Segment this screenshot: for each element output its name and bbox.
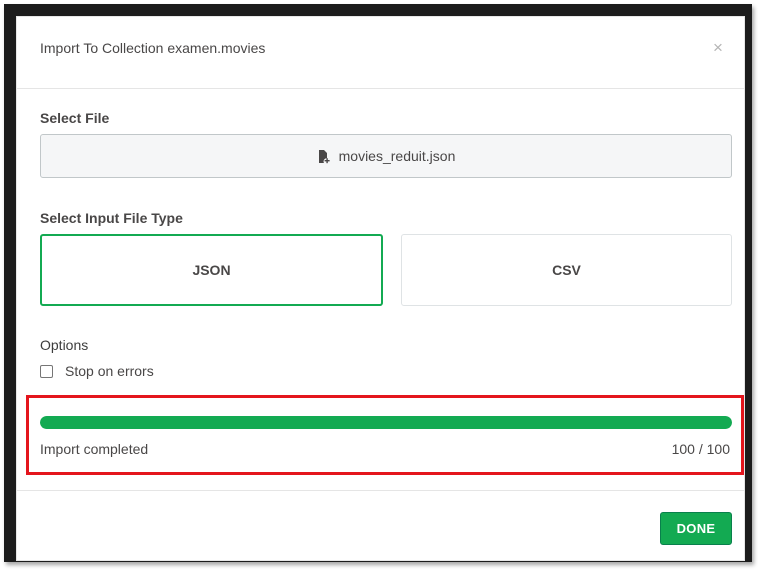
select-file-button[interactable]: movies_reduit.json: [40, 134, 732, 178]
progress-highlight-box: [26, 395, 744, 475]
dialog-title: Import To Collection examen.movies: [40, 40, 266, 56]
window-frame: Import To Collection examen.movies × Sel…: [4, 4, 752, 562]
stop-on-errors-checkbox[interactable]: [40, 364, 53, 378]
select-file-type-label: Select Input File Type: [40, 210, 183, 226]
file-name: movies_reduit.json: [338, 148, 456, 164]
file-add-icon: [317, 149, 331, 164]
csv-type-button[interactable]: CSV: [401, 234, 732, 306]
stop-on-errors-label: Stop on errors: [65, 363, 154, 379]
footer-divider: [17, 490, 744, 491]
close-icon[interactable]: ×: [713, 38, 723, 58]
stop-on-errors-option[interactable]: Stop on errors: [40, 363, 154, 379]
done-button[interactable]: DONE: [660, 512, 732, 545]
dialog-header: Import To Collection examen.movies ×: [17, 17, 744, 89]
select-file-label: Select File: [40, 110, 110, 126]
json-type-button[interactable]: JSON: [40, 234, 383, 306]
import-dialog: Import To Collection examen.movies × Sel…: [16, 16, 745, 561]
json-type-label: JSON: [192, 262, 231, 278]
csv-type-label: CSV: [552, 262, 581, 278]
options-label: Options: [40, 337, 89, 353]
